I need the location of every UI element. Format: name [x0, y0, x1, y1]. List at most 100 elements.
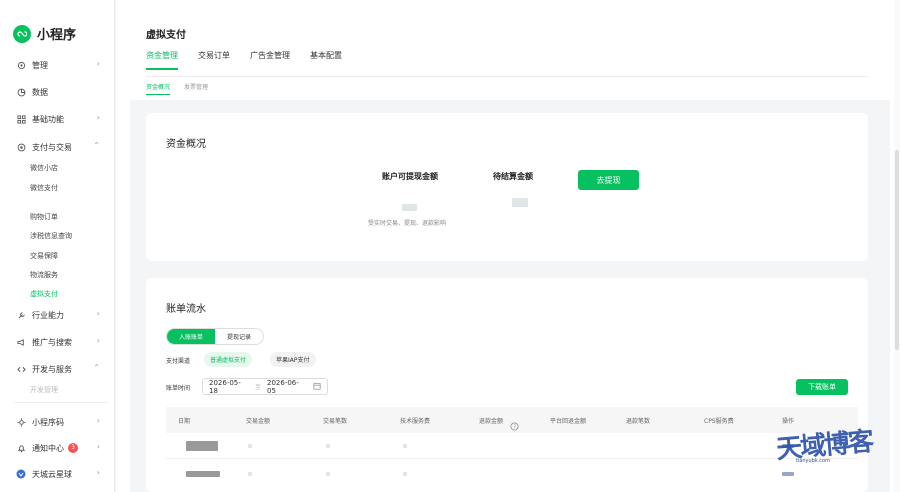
tab-funds[interactable]: 资金管理 — [146, 50, 178, 70]
col-tech-fee: 技术服务费 — [400, 417, 431, 425]
col-amount: 交易金额 — [246, 417, 271, 425]
col-actions: 操作 — [782, 417, 795, 425]
code-icon — [16, 364, 26, 374]
chevron-right-icon: › — [96, 113, 100, 122]
svg-text:?: ? — [513, 425, 516, 431]
subtab-overview[interactable]: 资金概况 — [146, 82, 171, 95]
date-start: 2026-05-18 — [209, 378, 241, 395]
segment-withdrawals[interactable]: 提现记录 — [215, 329, 264, 344]
sidebar-item-qrcode[interactable]: 小程序码 › — [16, 413, 108, 431]
pie-icon — [16, 87, 26, 97]
action-link-redacted[interactable] — [782, 472, 794, 476]
sidebar-item-label: 开发与服务 — [32, 364, 72, 374]
app-name: 小程序 — [37, 28, 77, 43]
channel-normal[interactable]: 普通虚拟支付 — [204, 352, 253, 367]
channel-iap[interactable]: 苹果IAP支付 — [270, 352, 316, 367]
chevron-right-icon: › — [96, 59, 100, 68]
main-area: 虚拟支付 资金管理 交易订单 广告金管理 基本配置 资金概况 发票管理 资金概况… — [116, 0, 900, 492]
sub-tabs: 资金概况 发票管理 — [146, 82, 208, 95]
cell-redacted — [326, 472, 330, 476]
grid-icon — [16, 114, 26, 124]
date-redacted — [186, 441, 218, 451]
avatar-icon — [16, 469, 26, 479]
sidebar-sub-guarantee[interactable]: 交易保障 — [30, 251, 58, 261]
sidebar-item-label: 支付与交易 — [32, 142, 72, 152]
megaphone-icon — [16, 337, 26, 347]
sidebar-item-promotion[interactable]: 推广与搜索 › — [16, 333, 108, 351]
page-title: 虚拟支付 — [146, 30, 186, 41]
subtab-invoice[interactable]: 发票管理 — [184, 82, 208, 95]
sidebar-item-label: 管理 — [32, 60, 48, 70]
sidebar-sub-orders[interactable]: 购物订单 — [30, 212, 58, 222]
withdrawable-label: 账户可提现金额 — [382, 172, 438, 181]
scrollbar-thumb[interactable] — [895, 150, 899, 350]
chevron-right-icon: › — [96, 468, 100, 477]
table-row — [166, 433, 858, 459]
wrench-icon — [16, 310, 26, 320]
sidebar-item-notifications[interactable]: 通知中心 3 › — [16, 439, 108, 457]
sun-icon — [16, 417, 26, 427]
col-date: 日期 — [178, 417, 191, 425]
sidebar-item-label: 天城云星球 — [32, 469, 72, 479]
gear-icon — [16, 60, 26, 70]
cell-redacted — [403, 472, 407, 476]
funds-overview-card: 资金概况 账户可提现金额 待结算金额 去提现 受实时交易、提现、退款影响 — [146, 113, 868, 261]
sidebar-item-label: 行业能力 — [32, 310, 64, 320]
date-range-picker[interactable]: 2026-05-18 至 2026-06-05 — [202, 378, 328, 395]
chevron-right-icon: › — [96, 416, 100, 425]
sidebar-item-label: 小程序码 — [32, 417, 64, 427]
time-label: 账单时间 — [166, 385, 191, 392]
sidebar-item-payment[interactable]: 支付与交易 ⌃ — [16, 138, 108, 156]
date-end: 2026-06-05 — [267, 378, 299, 395]
funds-note: 受实时交易、提现、退款影响 — [368, 220, 447, 227]
miniprogram-logo-icon — [13, 24, 31, 43]
main-tabs: 资金管理 交易订单 广告金管理 基本配置 — [146, 50, 362, 70]
tabs-divider — [146, 76, 868, 77]
app-logo[interactable]: 小程序 — [13, 24, 76, 43]
sidebar-sub-wechat-pay[interactable]: 微信支付 — [30, 183, 58, 193]
tab-ad-funds[interactable]: 广告金管理 — [250, 50, 290, 70]
calendar-icon — [313, 382, 321, 392]
download-statement-button[interactable]: 下载账单 — [796, 379, 848, 395]
date-separator: 至 — [254, 384, 261, 391]
sidebar-item-dev[interactable]: 开发与服务 ⌃ — [16, 360, 108, 378]
col-cps-fee: CPS服务费 — [704, 417, 734, 425]
cell-redacted — [248, 472, 252, 476]
sidebar-sub-virtual-pay[interactable]: 虚拟支付 — [30, 289, 58, 299]
sidebar-item-label: 推广与搜索 — [32, 337, 72, 347]
sidebar: 小程序 管理 › 数据 基础功能 › 支付与交易 ⌃ 微信小店 微信支付 购物订… — [0, 0, 115, 492]
sidebar-sub-tax[interactable]: 涉税信息查询 — [30, 231, 72, 241]
page-scrollbar[interactable] — [894, 0, 900, 492]
chevron-right-icon: › — [96, 442, 100, 451]
tab-config[interactable]: 基本配置 — [310, 50, 342, 70]
date-redacted — [186, 471, 220, 477]
chevron-up-icon: ⌃ — [93, 363, 100, 372]
sidebar-sub-dev-manage[interactable]: 开发管理 — [30, 385, 58, 395]
sidebar-item-industry[interactable]: 行业能力 › — [16, 306, 108, 324]
sidebar-sub-logistics[interactable]: 物流服务 — [30, 270, 58, 280]
sidebar-item-data[interactable]: 数据 — [16, 83, 108, 101]
sidebar-item-label: 通知中心 — [32, 443, 64, 453]
sidebar-item-account[interactable]: 天城云星球 › — [16, 465, 108, 483]
tab-orders[interactable]: 交易订单 — [198, 50, 230, 70]
cell-redacted — [326, 444, 330, 448]
chevron-right-icon: › — [96, 309, 100, 318]
table-row — [166, 459, 858, 485]
sidebar-item-manage[interactable]: 管理 › — [16, 56, 108, 74]
pay-icon — [16, 142, 26, 152]
sidebar-item-basic[interactable]: 基础功能 › — [16, 110, 108, 128]
col-refund-count: 退款笔数 — [626, 417, 651, 425]
sidebar-item-label: 基础功能 — [32, 114, 64, 124]
col-platform-return: 平台回退金额 — [550, 417, 587, 425]
col-refund: 退款金额 — [479, 417, 504, 425]
pending-value-redacted — [512, 198, 528, 207]
sidebar-item-label: 数据 — [32, 87, 48, 97]
ledger-segment: 入账账单 提现记录 — [166, 328, 265, 345]
sidebar-sub-wechat-shop[interactable]: 微信小店 — [30, 163, 58, 173]
cell-redacted — [248, 444, 252, 448]
pending-label: 待结算金额 — [493, 172, 533, 181]
withdraw-button[interactable]: 去提现 — [578, 170, 639, 190]
segment-income[interactable]: 入账账单 — [167, 329, 216, 344]
chevron-right-icon: › — [96, 336, 100, 345]
watermark-url: tianyubk.com — [795, 458, 830, 464]
